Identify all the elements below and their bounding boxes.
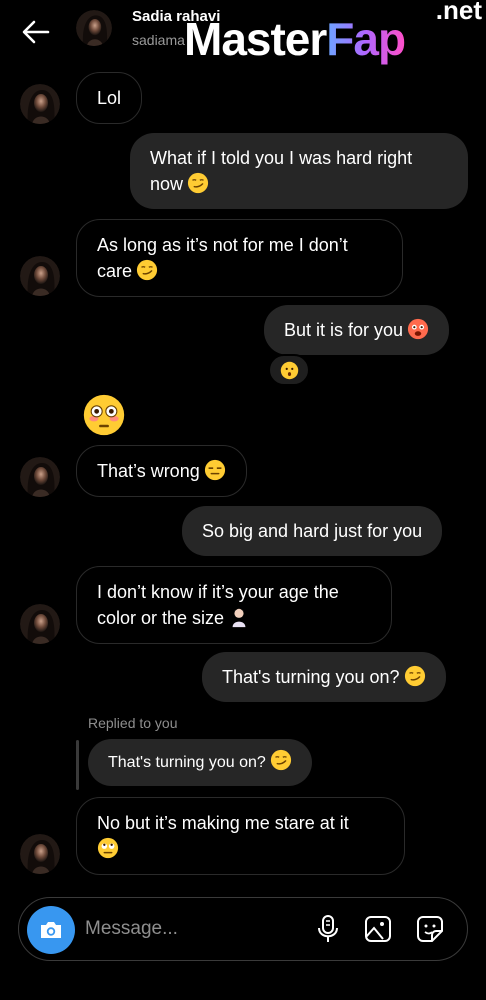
arrow-left-icon[interactable] xyxy=(18,14,54,50)
avatar[interactable] xyxy=(20,457,60,497)
message-bubble-outgoing[interactable]: That's turning you on? xyxy=(202,652,446,702)
message-text: That’s wrong xyxy=(97,461,200,481)
facepalm-emoji-icon xyxy=(228,606,250,628)
eye-roll-emoji-icon xyxy=(97,837,119,859)
avatar[interactable] xyxy=(20,834,60,874)
replied-label: Replied to you xyxy=(88,715,178,731)
watermark-main: Master xyxy=(184,13,327,65)
quoted-message-bubble[interactable]: That's turning you on? xyxy=(88,739,312,786)
message-text: But it is for you xyxy=(284,320,404,340)
smirk-emoji-icon xyxy=(187,172,209,194)
message-bubble-outgoing[interactable]: But it is for you xyxy=(264,305,450,355)
gallery-icon[interactable] xyxy=(361,912,395,946)
sticker-icon[interactable] xyxy=(413,912,447,946)
microphone-icon[interactable] xyxy=(311,912,345,946)
chat-header: Sadia rahavi sadiama MasterFap .net xyxy=(0,0,486,64)
smirk-emoji-icon xyxy=(404,665,426,687)
avatar[interactable] xyxy=(20,604,60,644)
watermark-suffix: .net xyxy=(435,0,482,25)
message-composer: Message... xyxy=(18,897,468,961)
message-text: Lol xyxy=(97,88,122,108)
message-reaction[interactable] xyxy=(268,354,310,386)
contact-username: sadiama xyxy=(132,32,185,48)
flushed-emoji-icon[interactable] xyxy=(82,393,126,437)
message-text: I don’t know if it’s your age the color … xyxy=(97,582,339,628)
message-text: That's turning you on? xyxy=(222,667,400,687)
message-bubble-incoming[interactable]: Lol xyxy=(76,72,143,124)
watermark-logo: MasterFap .net xyxy=(184,0,486,64)
hushed-emoji-icon xyxy=(280,361,299,380)
message-bubble-incoming[interactable]: As long as it’s not for me I don’t care xyxy=(76,219,403,297)
quoted-message-text: That's turning you on? xyxy=(108,754,266,771)
unamused-emoji-icon xyxy=(204,459,226,481)
smirk-emoji-icon xyxy=(136,259,158,281)
smirk-emoji-icon xyxy=(270,749,292,771)
avatar[interactable] xyxy=(76,10,112,46)
camera-button[interactable] xyxy=(27,906,75,954)
message-bubble-outgoing[interactable]: What if I told you I was hard right now xyxy=(130,133,468,209)
message-bubble-incoming[interactable]: That’s wrong xyxy=(76,445,247,497)
reply-indicator xyxy=(76,740,79,790)
watermark-accent: Fap xyxy=(326,13,406,65)
camera-icon xyxy=(41,922,61,938)
message-text: So big and hard just for you xyxy=(202,521,423,541)
message-input[interactable]: Message... xyxy=(85,918,178,940)
message-text: As long as it’s not for me I don’t care xyxy=(97,235,348,281)
message-bubble-incoming[interactable]: I don’t know if it’s your age the color … xyxy=(76,566,392,644)
message-text: No but it’s making me stare at it xyxy=(97,813,349,833)
message-bubble-outgoing[interactable]: So big and hard just for you xyxy=(182,506,443,556)
message-bubble-incoming[interactable]: No but it’s making me stare at it xyxy=(76,797,405,875)
avatar[interactable] xyxy=(20,84,60,124)
flushed-hot-emoji-icon xyxy=(407,318,429,340)
avatar[interactable] xyxy=(20,256,60,296)
